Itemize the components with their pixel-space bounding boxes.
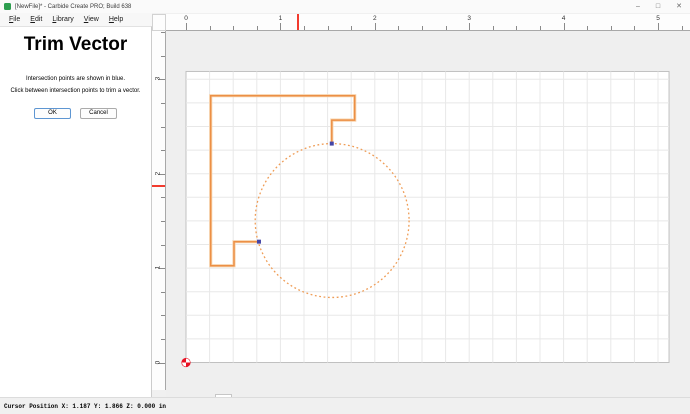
vertical-ruler: 0 1 2 3 xyxy=(152,31,166,390)
cursor-x-marker xyxy=(297,14,299,31)
ruler-tick xyxy=(280,23,281,30)
ruler-tick xyxy=(516,26,517,30)
ruler-tick xyxy=(540,26,541,30)
ruler-tick xyxy=(233,26,234,30)
canvas-svg xyxy=(166,31,690,397)
ruler-tick xyxy=(351,26,352,30)
ruler-tick xyxy=(469,23,470,30)
ruler-label: 1 xyxy=(279,15,283,22)
ruler-corner xyxy=(152,14,166,31)
intersection-point[interactable] xyxy=(257,240,261,244)
ruler-tick xyxy=(587,26,588,30)
ruler-tick xyxy=(161,245,165,246)
ruler-tick xyxy=(161,221,165,222)
ruler-tick xyxy=(328,26,329,30)
window-title: [NewFile]* - Carbide Create PRO; Build 6… xyxy=(15,4,131,10)
ruler-tick xyxy=(375,23,376,30)
ruler-tick xyxy=(210,26,211,30)
menu-item-help[interactable]: Help xyxy=(104,16,128,23)
ruler-tick xyxy=(422,26,423,30)
ruler-label: 0 xyxy=(155,356,162,368)
stock-area xyxy=(186,71,669,362)
menu-item-view[interactable]: View xyxy=(79,16,104,23)
origin-marker-quadrant xyxy=(186,363,190,367)
instruction-line-1: Intersection points are shown in blue. xyxy=(0,73,151,85)
status-bar: Cursor Position X: 1.187 Y: 1.866 Z: 0.0… xyxy=(0,397,690,414)
ruler-tick xyxy=(493,26,494,30)
ruler-tick xyxy=(682,26,683,30)
ruler-tick xyxy=(161,127,165,128)
design-viewport[interactable] xyxy=(166,31,690,397)
ruler-tick xyxy=(161,292,165,293)
ruler-label: 5 xyxy=(656,15,660,22)
panel-buttons: OK Cancel xyxy=(0,108,151,119)
cursor-position-readout: Cursor Position X: 1.187 Y: 1.866 Z: 0.0… xyxy=(4,403,166,410)
ruler-label: 3 xyxy=(467,15,471,22)
ruler-tick xyxy=(446,26,447,30)
ruler-tick xyxy=(161,197,165,198)
horizontal-ruler: 0 1 2 3 4 5 xyxy=(166,14,690,31)
close-icon[interactable]: ✕ xyxy=(676,0,682,13)
ruler-label: 1 xyxy=(155,262,162,274)
origin-marker-quadrant xyxy=(182,358,186,362)
menu-item-edit[interactable]: Edit xyxy=(25,16,47,23)
ruler-tick xyxy=(398,26,399,30)
title-bar: [NewFile]* - Carbide Create PRO; Build 6… xyxy=(0,0,690,13)
ruler-tick xyxy=(564,23,565,30)
menu-item-file[interactable]: File xyxy=(4,16,25,23)
ruler-label: 2 xyxy=(373,15,377,22)
page-title: Trim Vector xyxy=(0,34,151,56)
ruler-tick xyxy=(161,150,165,151)
ruler-tick xyxy=(161,56,165,57)
ruler-label: 2 xyxy=(155,167,162,179)
minimize-icon[interactable]: – xyxy=(636,0,640,13)
ruler-tick xyxy=(304,26,305,30)
trim-vector-panel: Trim Vector Intersection points are show… xyxy=(0,26,152,397)
ruler-tick xyxy=(658,23,659,30)
ruler-label: 4 xyxy=(562,15,566,22)
window-controls: – □ ✕ xyxy=(636,0,682,13)
instruction-line-2: Click between intersection points to tri… xyxy=(0,85,151,97)
panel-instructions: Intersection points are shown in blue. C… xyxy=(0,73,151,97)
menu-bar: FileEditLibraryViewHelp xyxy=(0,13,152,26)
ruler-label: 3 xyxy=(155,73,162,85)
ruler-tick xyxy=(611,26,612,30)
app-icon xyxy=(4,3,11,10)
ok-button[interactable]: OK xyxy=(34,108,71,119)
ruler-label: 0 xyxy=(184,15,188,22)
ruler-tick xyxy=(634,26,635,30)
ruler-tick xyxy=(257,26,258,30)
intersection-point[interactable] xyxy=(330,142,334,146)
maximize-icon[interactable]: □ xyxy=(656,0,660,13)
ruler-tick xyxy=(161,32,165,33)
ruler-tick xyxy=(161,315,165,316)
ruler-tick xyxy=(161,103,165,104)
menu-item-library[interactable]: Library xyxy=(47,16,78,23)
ruler-tick xyxy=(161,339,165,340)
ruler-tick xyxy=(186,23,187,30)
cursor-y-marker xyxy=(152,185,166,187)
cancel-button[interactable]: Cancel xyxy=(80,108,117,119)
